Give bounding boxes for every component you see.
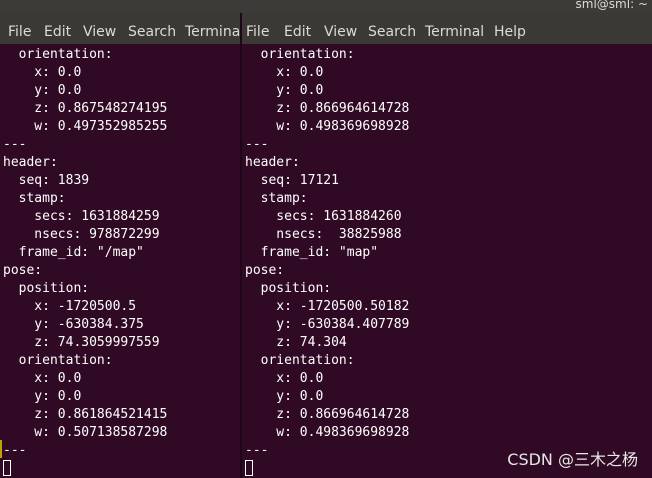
menu-search[interactable]: Search [368,24,416,40]
terminal-line: x: -1720500.50182 [245,299,410,314]
terminal-output-left: orientation: x: 0.0 y: 0.0 z: 0.86754827… [3,46,240,478]
terminal-line: pose: [3,263,43,278]
terminal-line: header: [245,155,300,170]
text-cursor [245,460,253,476]
terminal-line: x: 0.0 [245,371,324,386]
scroll-marker [0,440,2,458]
terminal-line: w: 0.498369698928 [245,425,410,440]
terminal-line: z: 0.861864521415 [3,407,168,422]
terminal-line: nsecs: 978872299 [3,227,160,242]
terminal-line: y: 0.0 [245,83,324,98]
terminal-line: position: [245,281,332,296]
terminal-line: w: 0.497352985255 [3,119,168,134]
terminal-pane-right[interactable]: File Edit View Search Terminal Help orie… [242,13,652,478]
terminal-line: header: [3,155,58,170]
menu-terminal[interactable]: Terminal [185,24,240,40]
terminal-line: stamp: [3,191,66,206]
watermark: CSDN @三木之杨 [507,450,638,469]
terminal-line: stamp: [245,191,308,206]
system-top-bar: sml@sml: ~ [0,0,652,13]
menu-terminal[interactable]: Terminal [425,24,484,40]
menu-edit[interactable]: Edit [284,24,311,40]
terminal-line: z: 0.867548274195 [3,101,168,116]
menu-view[interactable]: View [324,24,357,40]
terminal-line: x: -1720500.5 [3,299,137,314]
terminal-pane-left[interactable]: File Edit View Search Terminal orientati… [0,13,240,478]
menu-file[interactable]: File [246,24,269,40]
terminal-line: z: 0.866964614728 [245,101,410,116]
terminal-line: seq: 1839 [3,173,90,188]
cursor-line [3,460,240,478]
terminal-line: frame_id: "/map" [3,245,144,260]
terminal-line: pose: [245,263,285,278]
terminal-line: x: 0.0 [3,371,82,386]
terminal-output-right: orientation: x: 0.0 y: 0.0 z: 0.86696461… [245,46,652,478]
text-cursor [3,460,11,476]
terminal-line: w: 0.507138587298 [3,425,168,440]
menu-file[interactable]: File [8,24,31,40]
terminal-line: position: [3,281,90,296]
terminal-line: secs: 1631884260 [245,209,402,224]
window-title: sml@sml: ~ [575,0,648,11]
terminal-line: w: 0.498369698928 [245,119,410,134]
terminal-line: x: 0.0 [3,65,82,80]
menubar-left: File Edit View Search Terminal [0,13,240,44]
terminal-line: secs: 1631884259 [3,209,160,224]
terminal-line: y: -630384.407789 [245,317,410,332]
terminal-line: y: 0.0 [3,83,82,98]
terminal-line: nsecs: 38825988 [245,227,402,242]
terminal-line: z: 74.304 [245,335,347,350]
terminal-line: --- [3,443,27,458]
terminal-line: orientation: [3,353,113,368]
terminal-line: z: 74.3059997559 [3,335,160,350]
terminal-line: --- [3,137,27,152]
menu-search[interactable]: Search [128,24,176,40]
terminal-line: z: 0.866964614728 [245,407,410,422]
terminal-line: x: 0.0 [245,65,324,80]
terminal-line: frame_id: "map" [245,245,379,260]
terminal-line: orientation: [245,47,355,62]
terminal-line: orientation: [3,47,113,62]
terminal-line: y: -630384.375 [3,317,144,332]
menu-edit[interactable]: Edit [44,24,71,40]
terminal-line: seq: 17121 [245,173,339,188]
menubar-right: File Edit View Search Terminal Help [242,13,652,44]
terminal-line: --- [245,137,269,152]
terminal-line: y: 0.0 [245,389,324,404]
terminal-line: orientation: [245,353,355,368]
menu-view[interactable]: View [83,24,116,40]
terminal-line: y: 0.0 [3,389,82,404]
menu-help[interactable]: Help [494,24,526,40]
